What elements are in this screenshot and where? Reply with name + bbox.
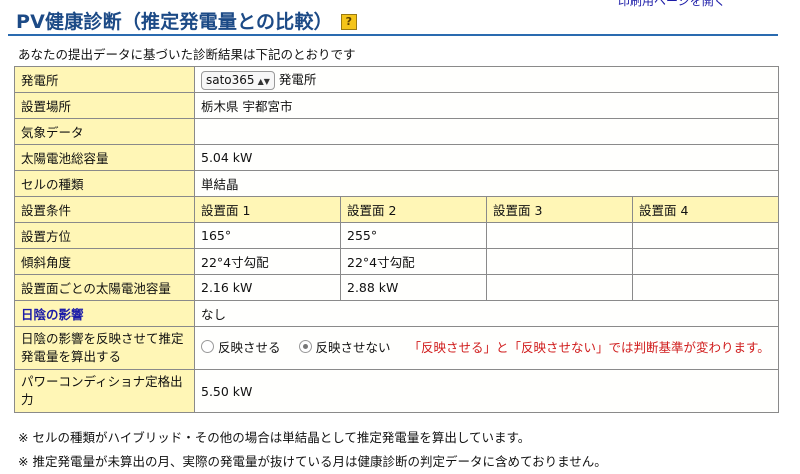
plant-select-value: sato365 bbox=[206, 73, 255, 87]
shadow-value: なし bbox=[194, 300, 779, 327]
capacity-value: 5.04 kW bbox=[194, 144, 779, 171]
location-label: 設置場所 bbox=[14, 92, 195, 119]
azimuth-surface-1: 165° bbox=[194, 222, 341, 249]
row-conditions: 設置条件 設置面 1 設置面 2 設置面 3 設置面 4 bbox=[14, 196, 779, 223]
surface-capacity-2: 2.88 kW bbox=[340, 274, 487, 301]
cell-type-label: セルの種類 bbox=[14, 170, 195, 197]
row-weather: 気象データ bbox=[14, 118, 779, 145]
plant-suffix: 発電所 bbox=[278, 72, 317, 87]
azimuth-surface-4 bbox=[632, 222, 779, 249]
plant-label: 発電所 bbox=[14, 66, 195, 93]
surface-2-header: 設置面 2 bbox=[340, 196, 487, 223]
row-azimuth: 設置方位 165° 255° bbox=[14, 222, 779, 249]
tilt-label: 傾斜角度 bbox=[14, 248, 195, 275]
conditions-label: 設置条件 bbox=[14, 196, 195, 223]
shadow-label-cell: 日陰の影響 bbox=[14, 300, 195, 327]
reflect-cell: 反映させる 反映させない 「反映させる」と「反映させない」では判断基準が変わります。 bbox=[194, 326, 779, 370]
surface-capacity-label: 設置面ごとの太陽電池容量 bbox=[14, 274, 195, 301]
diagnosis-table: 発電所 sato365 ▲▼ 発電所 設置場所 栃木県 宇都宮市 気象データ 太陽… bbox=[14, 66, 779, 413]
row-shadow: 日陰の影響 なし bbox=[14, 300, 779, 327]
reflect-label: 日陰の影響を反映させて推定発電量を算出する bbox=[14, 326, 195, 370]
weather-value bbox=[194, 118, 779, 145]
page-title: PV健康診断（推定発電量との比較） bbox=[16, 10, 333, 33]
reflect-on-option[interactable]: 反映させる bbox=[201, 340, 281, 355]
weather-label: 気象データ bbox=[14, 118, 195, 145]
surface-capacity-4 bbox=[632, 274, 779, 301]
surface-capacity-1: 2.16 kW bbox=[194, 274, 341, 301]
tilt-surface-4 bbox=[632, 248, 779, 275]
capacity-label: 太陽電池総容量 bbox=[14, 144, 195, 171]
shadow-impact-link[interactable]: 日陰の影響 bbox=[21, 307, 84, 322]
row-plant: 発電所 sato365 ▲▼ 発電所 bbox=[14, 66, 779, 93]
note-missing-months: ※ 推定発電量が未算出の月、実際の発電量が抜けている月は健康診断の判定データに含… bbox=[18, 454, 607, 469]
location-value: 栃木県 宇都宮市 bbox=[194, 92, 779, 119]
notes: ※ セルの種類がハイブリッド・その他の場合は単結晶として推定発電量を算出していま… bbox=[18, 426, 607, 474]
surface-4-header: 設置面 4 bbox=[632, 196, 779, 223]
surface-3-header: 設置面 3 bbox=[486, 196, 633, 223]
reflect-off-radio[interactable] bbox=[298, 340, 312, 353]
inverter-value: 5.50 kW bbox=[194, 369, 779, 413]
plant-cell: sato365 ▲▼ 発電所 bbox=[194, 66, 779, 93]
reflect-off-label: 反映させない bbox=[315, 340, 391, 355]
tilt-surface-1: 22°4寸勾配 bbox=[194, 248, 341, 275]
reflect-off-option[interactable]: 反映させない bbox=[298, 340, 391, 355]
inverter-label: パワーコンディショナ定格出力 bbox=[14, 369, 195, 413]
row-surface-capacity: 設置面ごとの太陽電池容量 2.16 kW 2.88 kW bbox=[14, 274, 779, 301]
azimuth-surface-3 bbox=[486, 222, 633, 249]
page-header: PV健康診断（推定発電量との比較） ? bbox=[8, 6, 778, 36]
azimuth-label: 設置方位 bbox=[14, 222, 195, 249]
reflect-on-radio[interactable] bbox=[201, 340, 214, 353]
plant-select[interactable]: sato365 ▲▼ bbox=[201, 71, 275, 90]
row-reflect: 日陰の影響を反映させて推定発電量を算出する 反映させる 反映させない 「反映させる」… bbox=[14, 326, 779, 370]
azimuth-surface-2: 255° bbox=[340, 222, 487, 249]
cell-type-value: 単結晶 bbox=[194, 170, 779, 197]
row-cell-type: セルの種類 単結晶 bbox=[14, 170, 779, 197]
reflect-on-label: 反映させる bbox=[218, 340, 281, 355]
print-icon bbox=[732, 0, 748, 6]
help-icon[interactable]: ? bbox=[340, 14, 357, 30]
row-tilt: 傾斜角度 22°4寸勾配 22°4寸勾配 bbox=[14, 248, 779, 275]
surface-1-header: 設置面 1 bbox=[194, 196, 341, 223]
tilt-surface-3 bbox=[486, 248, 633, 275]
intro-text: あなたの提出データに基づいた診断結果は下記のとおりです bbox=[18, 47, 356, 62]
select-arrows-icon: ▲▼ bbox=[257, 77, 270, 86]
row-capacity: 太陽電池総容量 5.04 kW bbox=[14, 144, 779, 171]
row-location: 設置場所 栃木県 宇都宮市 bbox=[14, 92, 779, 119]
surface-capacity-3 bbox=[486, 274, 633, 301]
row-inverter: パワーコンディショナ定格出力 5.50 kW bbox=[14, 369, 779, 413]
reflect-warning: 「反映させる」と「反映させない」では判断基準が変わります。 bbox=[408, 340, 770, 355]
tilt-surface-2: 22°4寸勾配 bbox=[340, 248, 487, 275]
note-hybrid: ※ セルの種類がハイブリッド・その他の場合は単結晶として推定発電量を算出していま… bbox=[18, 430, 531, 445]
